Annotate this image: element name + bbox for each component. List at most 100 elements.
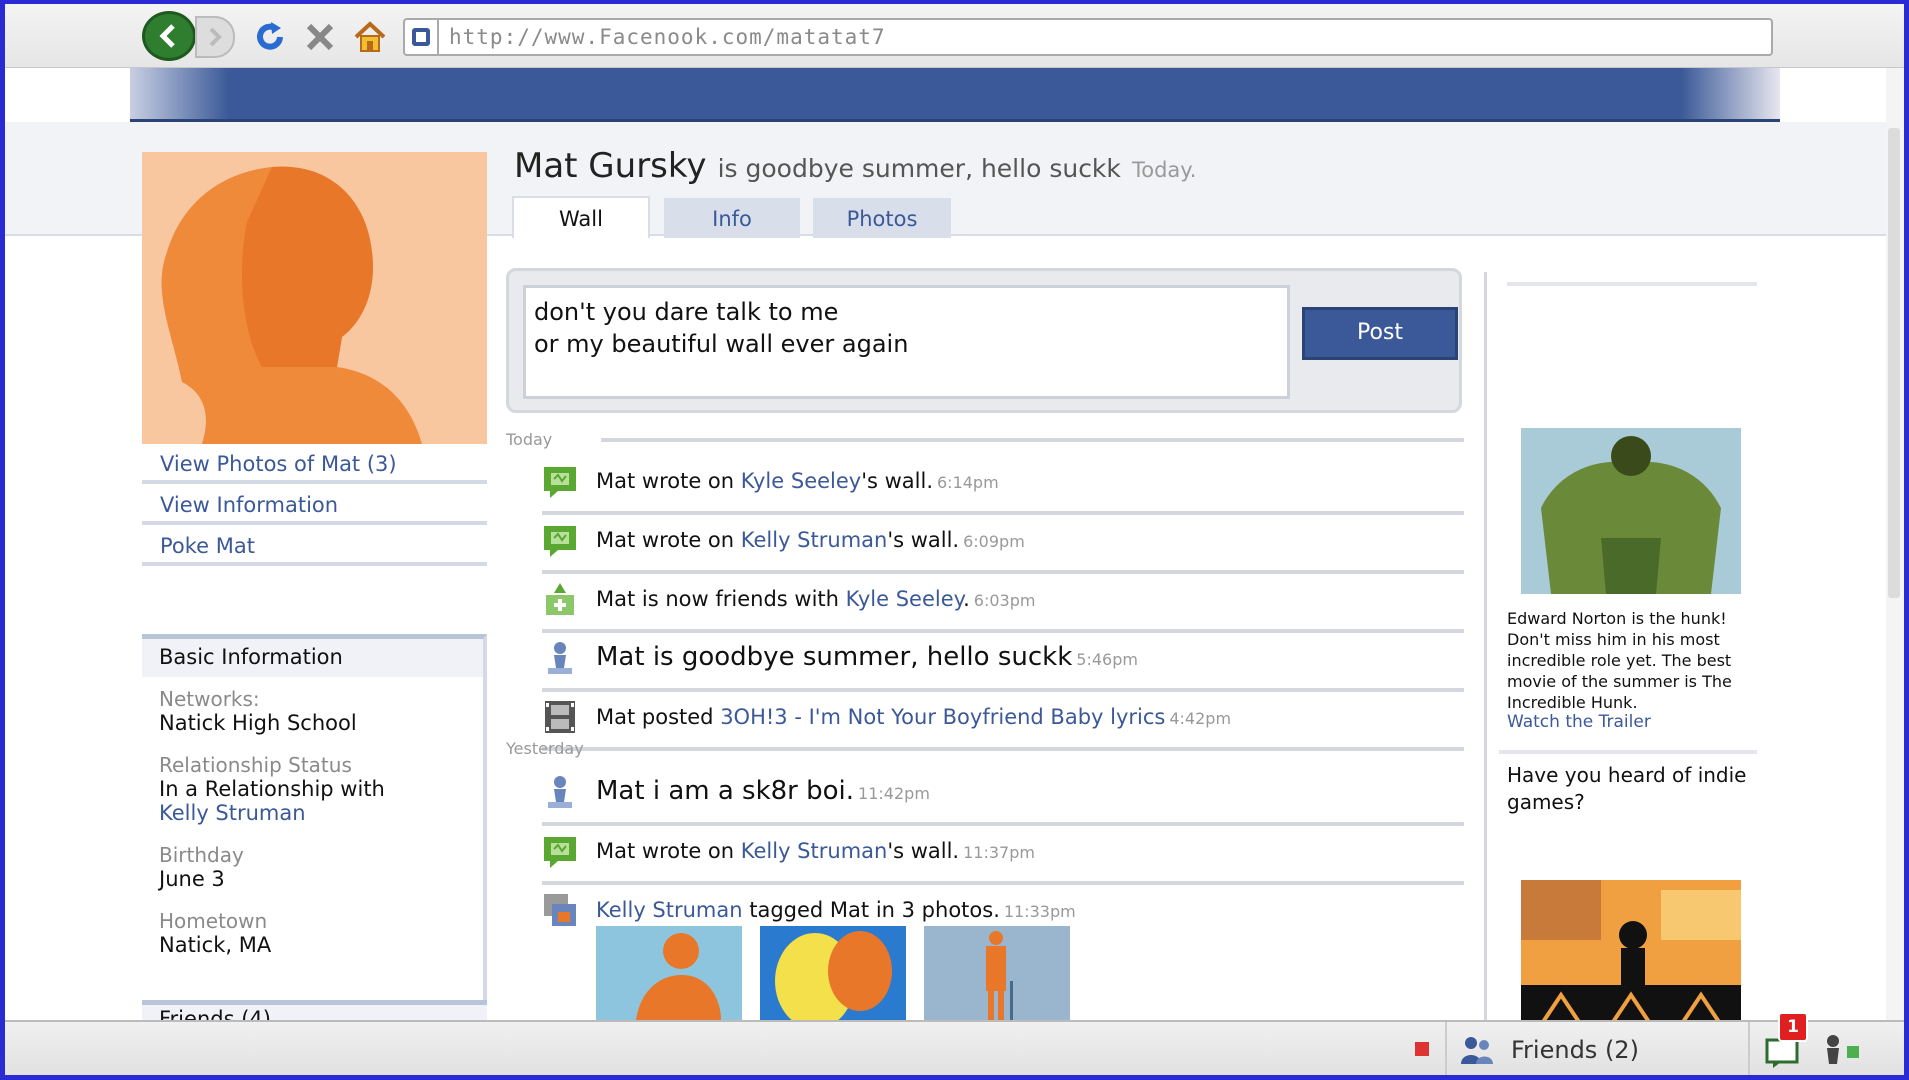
stop-indicator-icon	[1415, 1042, 1429, 1056]
feed-item-text: Kelly Struman tagged Mat in 3 photos. 11:…	[596, 898, 1076, 922]
ad-indie-games-image[interactable]	[1521, 880, 1741, 1040]
status-time: Today.	[1131, 158, 1197, 182]
online-status-button[interactable]	[1823, 1034, 1859, 1066]
tab-info[interactable]: Info	[664, 198, 800, 238]
tagged-photo-3[interactable]	[924, 926, 1070, 1020]
feed-item: Mat is goodbye summer, hello suckk 5:46pm	[542, 634, 1464, 692]
profile-page: View Photos of Mat (3) View Information …	[5, 122, 1904, 1040]
feed-item-suffix: tagged Mat in 3 photos.	[742, 898, 1000, 922]
tab-wall[interactable]: Wall	[512, 196, 650, 238]
feed-item-suffix: 's wall.	[887, 839, 960, 863]
page-icon	[405, 20, 439, 54]
reload-icon	[257, 22, 283, 50]
ad-hulk-text: Edward Norton is the hunk! Don't miss hi…	[1507, 609, 1732, 712]
video-film-icon	[542, 699, 578, 735]
feed-item-text: Mat wrote on Kelly Struman's wall. 11:37p…	[596, 839, 1035, 863]
right-sidebar: Edward Norton is the hunk! Don't miss hi…	[1484, 272, 1764, 1040]
feed-item-link[interactable]: Kyle Seeley	[846, 587, 963, 611]
friends-icon	[1461, 1037, 1493, 1064]
chat-bar: Friends (2) 1	[5, 1012, 1904, 1075]
tagged-photo-icon	[542, 892, 578, 928]
wall-post-icon	[542, 833, 578, 869]
url-text[interactable]: http://www.Facenook.com/matatat7	[439, 25, 886, 49]
yesterday-label: Yesterday	[506, 739, 584, 758]
feed-item-link[interactable]: Kelly Struman	[741, 839, 888, 863]
page-scrollbar[interactable]	[1886, 68, 1904, 1020]
birthday-label: Birthday	[159, 843, 244, 867]
person-online-icon	[1827, 1035, 1859, 1064]
feed-item: Mat wrote on Kelly Struman's wall. 11:37p…	[542, 827, 1464, 885]
feed-item-prefix: Mat posted	[596, 705, 721, 729]
ad-hulk-image[interactable]	[1521, 428, 1741, 594]
feed-item: Mat wrote on Kelly Struman's wall. 6:09pm	[542, 516, 1464, 574]
hometown-value: Natick, MA	[159, 933, 272, 957]
feed-item-text: Mat wrote on Kelly Struman's wall. 6:09pm	[596, 528, 1025, 552]
feed-item-prefix: Mat wrote on	[596, 469, 741, 493]
feed-item-link[interactable]: Kelly Struman	[596, 898, 743, 922]
back-button[interactable]	[142, 11, 196, 61]
birthday-value: June 3	[159, 867, 225, 891]
friends-icon	[542, 581, 578, 617]
feed-item: Mat posted 3OH!3 - I'm Not Your Boyfrien…	[542, 693, 1464, 751]
feed-item-time: 6:14pm	[937, 473, 999, 492]
divider	[1499, 750, 1757, 754]
status-person-icon	[542, 774, 578, 810]
feed-item-text: Mat wrote on Kyle Seeley's wall. 6:14pm	[596, 469, 999, 493]
friends-chat-button[interactable]: Friends (2)	[1445, 1022, 1750, 1075]
address-bar[interactable]: http://www.Facenook.com/matatat7	[403, 18, 1773, 56]
relationship-label: Relationship Status	[159, 753, 352, 777]
feed-item: Mat i am a sk8r boi. 11:42pm	[542, 768, 1464, 826]
feed-item-suffix: 's wall.	[861, 469, 933, 493]
tab-photos[interactable]: Photos	[813, 198, 951, 238]
feed-item-prefix: Mat wrote on	[596, 839, 741, 863]
home-button[interactable]	[350, 12, 390, 62]
relationship-partner-link[interactable]: Kelly Struman	[142, 801, 483, 825]
feed-item-prefix: Mat is goodbye summer, hello suckk	[596, 642, 1073, 672]
view-information-link[interactable]: View Information	[142, 487, 487, 525]
post-button[interactable]: Post	[1302, 307, 1458, 360]
wall-post-input[interactable]: don't you dare talk to me or my beautifu…	[523, 285, 1290, 399]
poke-link[interactable]: Poke Mat	[142, 528, 487, 566]
status-text: is goodbye summer, hello suckk	[717, 154, 1121, 183]
friends-chat-label: Friends (2)	[1511, 1036, 1639, 1064]
site-header-bar	[130, 68, 1780, 122]
ad-indie-games-heading: Have you heard of indie games?	[1507, 763, 1747, 814]
forward-button[interactable]	[195, 16, 235, 58]
reload-button[interactable]	[250, 12, 290, 62]
networks-value: Natick High School	[159, 711, 357, 735]
stop-button[interactable]	[300, 12, 340, 62]
feed-item-time: 5:46pm	[1076, 650, 1138, 669]
view-photos-link[interactable]: View Photos of Mat (3)	[142, 446, 487, 484]
basic-information-box: Basic Information Networks: Natick High …	[142, 634, 487, 1024]
hometown-label: Hometown	[159, 909, 268, 933]
networks-label: Networks:	[159, 687, 260, 711]
feed-item-link[interactable]: Kelly Struman	[741, 528, 888, 552]
feed-item: Mat is now friends with Kyle Seeley. 6:03…	[542, 575, 1464, 633]
wall-composer: don't you dare talk to me or my beautifu…	[506, 268, 1462, 413]
feed-item-text: Mat i am a sk8r boi. 11:42pm	[596, 776, 930, 806]
browser-toolbar: http://www.Facenook.com/matatat7	[5, 4, 1904, 68]
feed-item-prefix: Mat wrote on	[596, 528, 741, 552]
browser-window: http://www.Facenook.com/matatat7 View Ph…	[0, 0, 1909, 1080]
relationship-value: In a Relationship with	[159, 777, 385, 801]
feed-item-time: 4:42pm	[1169, 709, 1232, 728]
feed-item-link[interactable]: Kyle Seeley	[741, 469, 861, 493]
feed-item-prefix: Mat is now friends with	[596, 587, 846, 611]
divider	[601, 438, 1464, 442]
feed-item: Mat wrote on Kyle Seeley's wall. 6:14pm	[542, 457, 1464, 515]
profile-picture[interactable]	[142, 152, 487, 444]
profile-name-line: Mat Gursky is goodbye summer, hello suck…	[514, 146, 1196, 186]
watch-trailer-link[interactable]: Watch the Trailer	[1507, 712, 1651, 732]
tagged-photo-2[interactable]	[760, 926, 906, 1020]
person-silhouette-icon	[142, 152, 487, 444]
status-person-icon	[542, 640, 578, 676]
notification-count-badge: 1	[1778, 1012, 1808, 1042]
tagged-photo-1[interactable]	[596, 926, 742, 1020]
profile-name: Mat Gursky	[514, 146, 707, 186]
wall-post-icon	[542, 463, 578, 499]
stop-x-icon	[306, 23, 334, 51]
scrollbar-thumb[interactable]	[1888, 128, 1900, 598]
feed-item-link[interactable]: 3OH!3 - I'm Not Your Boyfriend Baby lyri…	[720, 705, 1165, 729]
feed-item-time: 11:37pm	[963, 843, 1035, 862]
back-arrow-icon	[159, 24, 175, 48]
